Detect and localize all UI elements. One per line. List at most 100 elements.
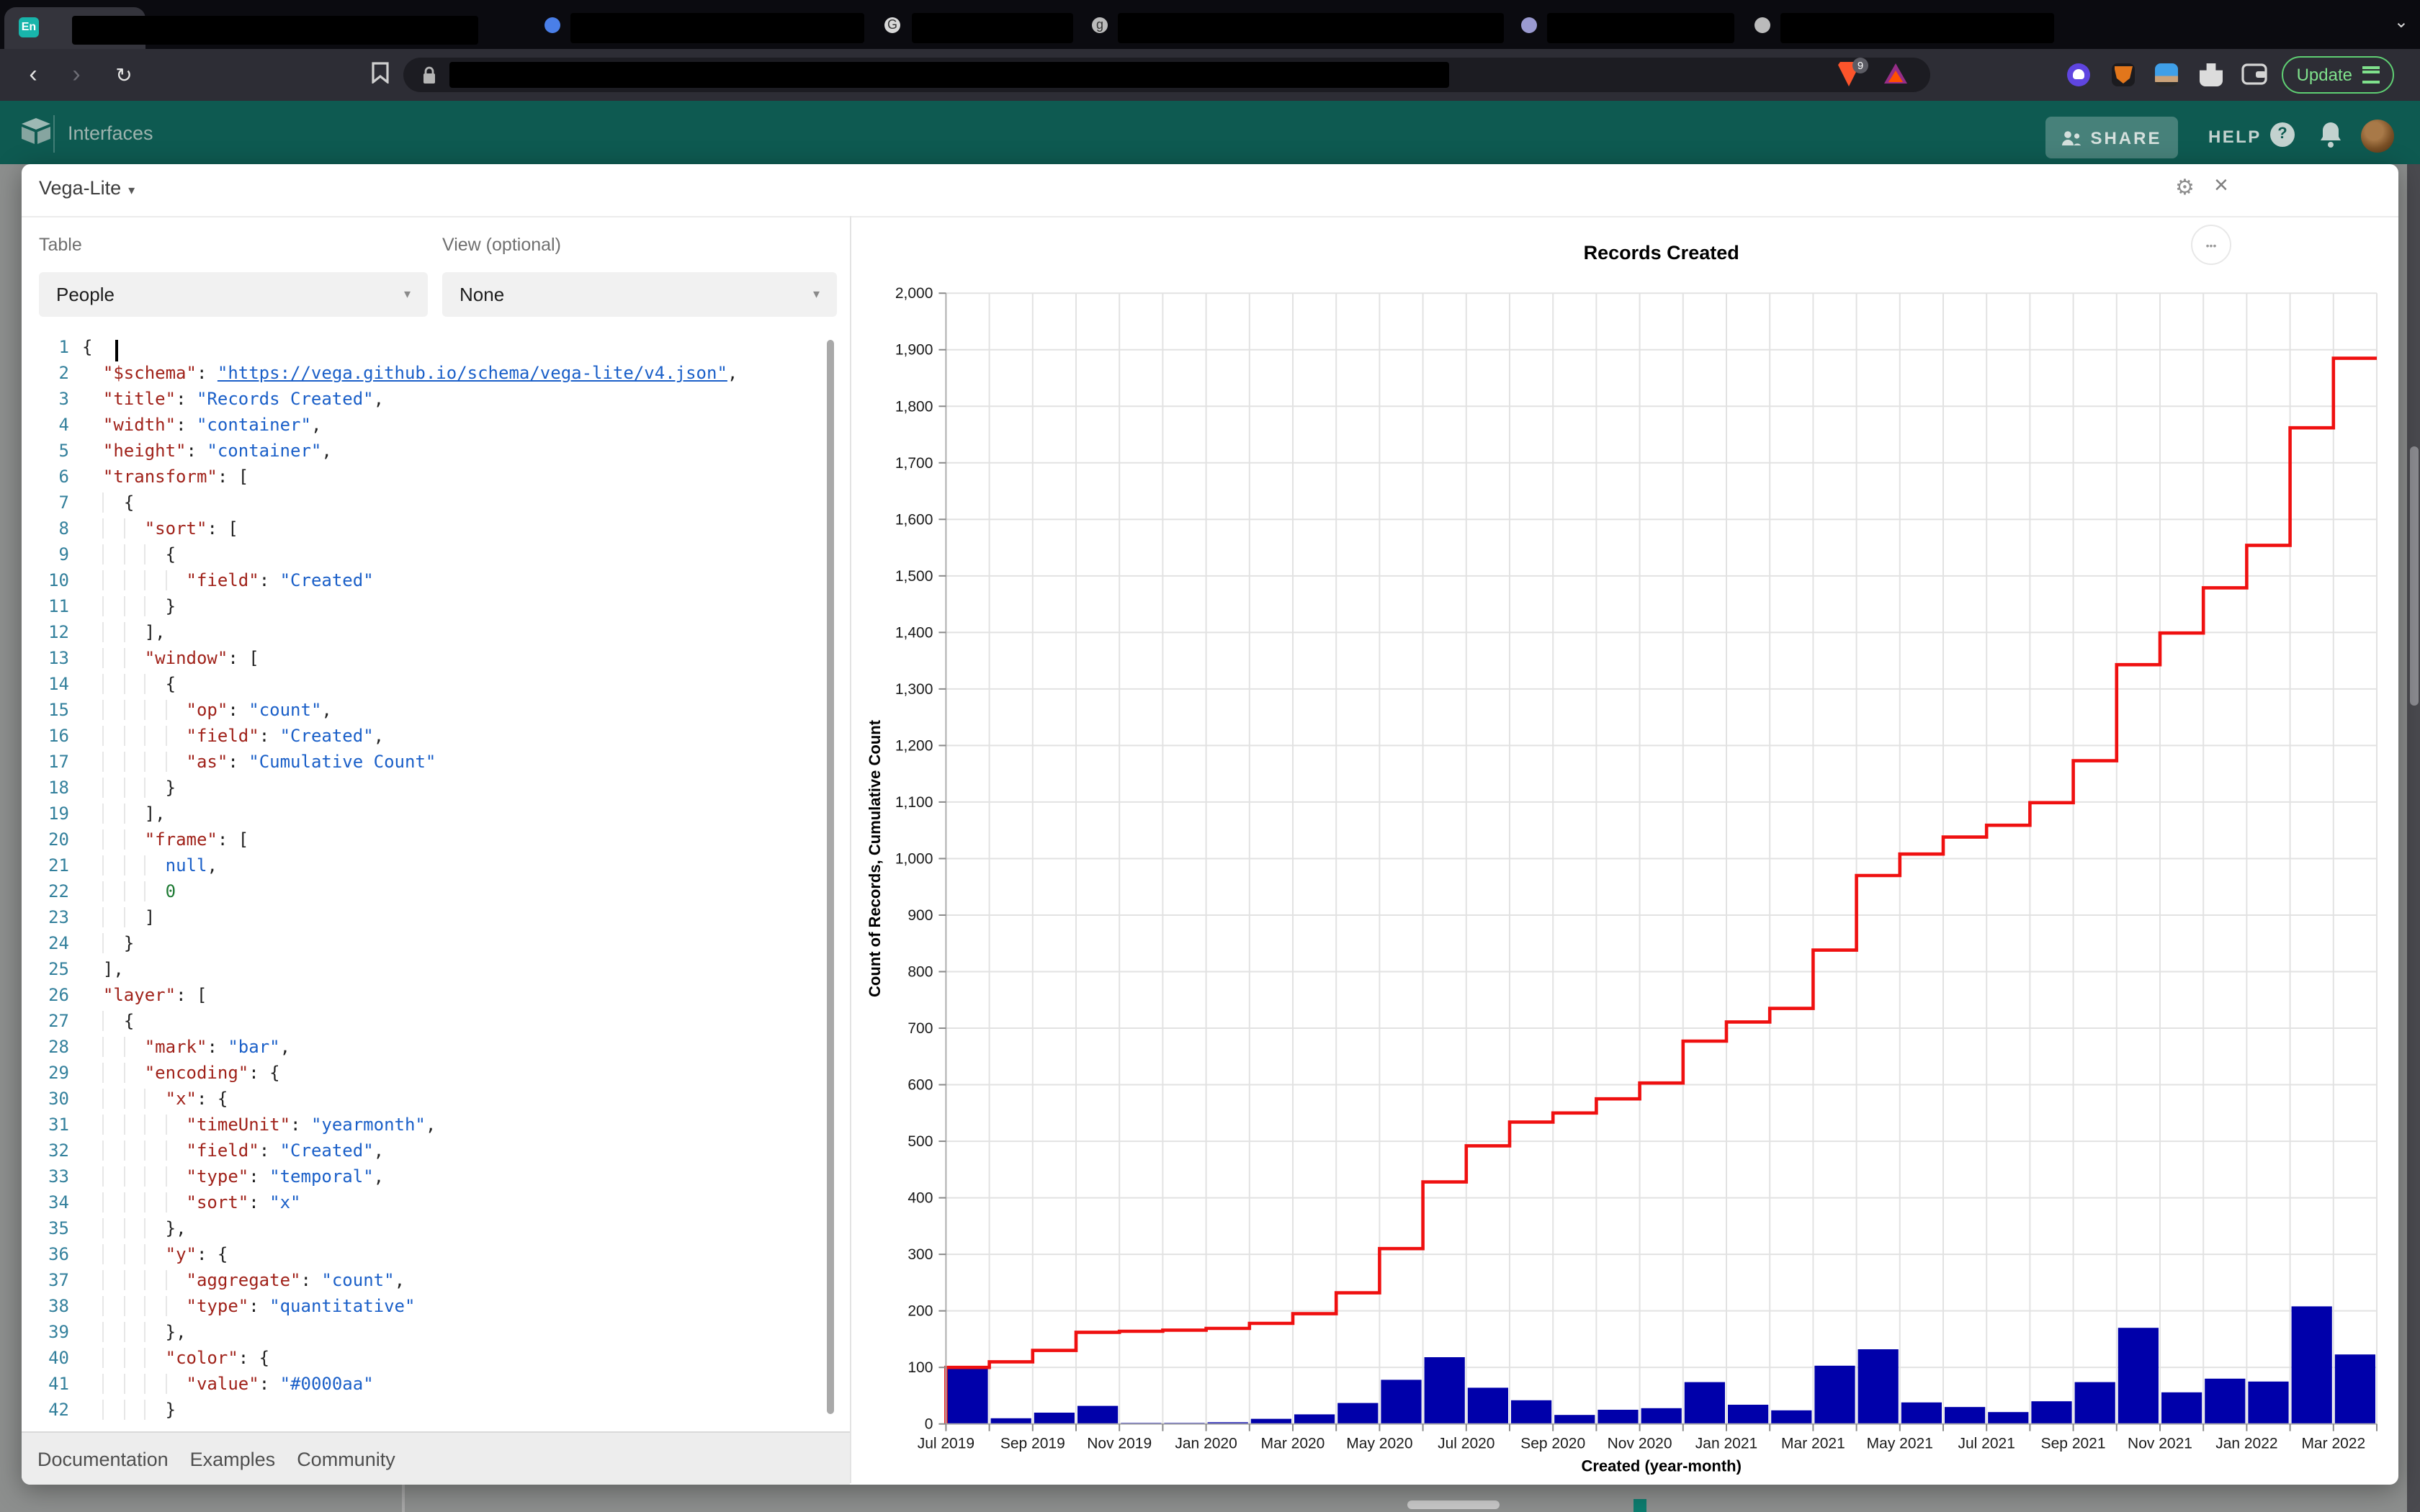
link-community[interactable]: Community bbox=[297, 1448, 395, 1470]
code-line[interactable]: 30 "x": { bbox=[22, 1086, 847, 1112]
code-line[interactable]: 19 ], bbox=[22, 801, 847, 827]
page-horizontal-scrollbar[interactable] bbox=[1407, 1500, 1500, 1509]
y-tick-label: 1,900 bbox=[895, 342, 933, 359]
line-number: 16 bbox=[22, 723, 82, 749]
y-tick-label: 400 bbox=[908, 1190, 933, 1207]
bar bbox=[991, 1418, 1031, 1424]
code-line[interactable]: 35 }, bbox=[22, 1215, 847, 1241]
code-line[interactable]: 36 "y": { bbox=[22, 1241, 847, 1267]
share-button[interactable]: SHARE bbox=[2045, 117, 2178, 158]
code-line[interactable]: 12 ], bbox=[22, 619, 847, 645]
forward-button[interactable]: › bbox=[60, 59, 92, 91]
code-line[interactable]: 37 "aggregate": "count", bbox=[22, 1267, 847, 1293]
code-scrollbar-thumb[interactable] bbox=[827, 340, 834, 1414]
code-line[interactable]: 42 } bbox=[22, 1397, 847, 1423]
window-scrollbar-thumb[interactable] bbox=[2409, 446, 2418, 706]
code-line[interactable]: 28 "mark": "bar", bbox=[22, 1034, 847, 1060]
bar bbox=[1945, 1407, 1985, 1424]
code-line[interactable]: 14 { bbox=[22, 671, 847, 697]
code-line[interactable]: 39 }, bbox=[22, 1319, 847, 1345]
line-number: 34 bbox=[22, 1189, 82, 1215]
line-number: 17 bbox=[22, 749, 82, 775]
user-avatar[interactable] bbox=[2361, 120, 2394, 153]
code-line[interactable]: 17 "as": "Cumulative Count" bbox=[22, 749, 847, 775]
line-number: 23 bbox=[22, 904, 82, 930]
reload-button[interactable]: ↻ bbox=[108, 59, 140, 91]
code-line[interactable]: 5 "height": "container", bbox=[22, 438, 847, 464]
code-line[interactable]: 16 "field": "Created", bbox=[22, 723, 847, 749]
line-number: 8 bbox=[22, 516, 82, 541]
help-question-icon[interactable]: ? bbox=[2270, 122, 2295, 147]
view-select[interactable]: None ▾ bbox=[442, 272, 837, 317]
y-tick-label: 600 bbox=[908, 1077, 933, 1094]
brave-rewards-icon[interactable] bbox=[1884, 63, 1907, 84]
link-examples[interactable]: Examples bbox=[190, 1448, 276, 1470]
notifications-bell-icon[interactable] bbox=[2318, 121, 2344, 150]
close-icon[interactable]: × bbox=[2214, 171, 2228, 200]
code-line[interactable]: 34 "sort": "x" bbox=[22, 1189, 847, 1215]
help-button[interactable]: HELP bbox=[2208, 127, 2262, 147]
code-line[interactable]: 20 "frame": [ bbox=[22, 827, 847, 852]
code-line[interactable]: 18 } bbox=[22, 775, 847, 801]
table-select[interactable]: People ▾ bbox=[39, 272, 428, 317]
tab-favicon: G bbox=[884, 17, 900, 33]
code-line[interactable]: 27 { bbox=[22, 1008, 847, 1034]
code-editor[interactable]: 1{2 "$schema": "https://vega.github.io/s… bbox=[22, 334, 847, 1431]
code-line[interactable]: 9 { bbox=[22, 541, 847, 567]
line-number: 20 bbox=[22, 827, 82, 852]
code-line[interactable]: 32 "field": "Created", bbox=[22, 1138, 847, 1164]
settings-gear-icon[interactable]: ⚙ bbox=[2175, 174, 2195, 200]
code-line[interactable]: 26 "layer": [ bbox=[22, 982, 847, 1008]
y-tick-label: 300 bbox=[908, 1246, 933, 1263]
link-documentation[interactable]: Documentation bbox=[37, 1448, 169, 1470]
code-line[interactable]: 15 "op": "count", bbox=[22, 697, 847, 723]
code-line[interactable]: 6 "transform": [ bbox=[22, 464, 847, 490]
url-bar[interactable] bbox=[403, 58, 1930, 92]
code-line[interactable]: 38 "type": "quantitative" bbox=[22, 1293, 847, 1319]
line-number: 22 bbox=[22, 878, 82, 904]
y-tick-label: 1,100 bbox=[895, 794, 933, 811]
bar bbox=[2335, 1354, 2375, 1424]
code-line[interactable]: 22 0 bbox=[22, 878, 847, 904]
code-line[interactable]: 40 "color": { bbox=[22, 1345, 847, 1371]
extension-avatar-icon[interactable] bbox=[2155, 63, 2178, 86]
line-number: 9 bbox=[22, 541, 82, 567]
block-type-dropdown[interactable]: Vega-Lite▾ bbox=[39, 177, 135, 199]
bar-series[interactable] bbox=[947, 1306, 2375, 1423]
code-line[interactable]: 7 { bbox=[22, 490, 847, 516]
code-line[interactable]: 29 "encoding": { bbox=[22, 1060, 847, 1086]
extension-phantom-icon[interactable] bbox=[2067, 63, 2090, 86]
code-line[interactable]: 25 ], bbox=[22, 956, 847, 982]
x-tick-label: Mar 2020 bbox=[1261, 1436, 1325, 1452]
window-scrollbar-track[interactable] bbox=[2407, 164, 2420, 1512]
code-line[interactable]: 10 "field": "Created" bbox=[22, 567, 847, 593]
code-line[interactable]: 23 ] bbox=[22, 904, 847, 930]
code-line[interactable]: 31 "timeUnit": "yearmonth", bbox=[22, 1112, 847, 1138]
code-line[interactable]: 4 "width": "container", bbox=[22, 412, 847, 438]
code-line[interactable]: 11 } bbox=[22, 593, 847, 619]
chart-menu-button[interactable]: ••• bbox=[2192, 225, 2231, 264]
wallet-icon[interactable] bbox=[2241, 62, 2269, 86]
code-line[interactable]: 13 "window": [ bbox=[22, 645, 847, 671]
code-line[interactable]: 1{ bbox=[22, 334, 847, 360]
code-line[interactable]: 24 } bbox=[22, 930, 847, 956]
bar bbox=[1858, 1349, 1899, 1424]
bar bbox=[1337, 1403, 1378, 1424]
code-line[interactable]: 41 "value": "#0000aa" bbox=[22, 1371, 847, 1397]
code-line[interactable]: 21 null, bbox=[22, 852, 847, 878]
line-number: 21 bbox=[22, 852, 82, 878]
tab-favicon bbox=[544, 17, 560, 33]
line-number: 7 bbox=[22, 490, 82, 516]
tab-search-chevron-icon[interactable]: ⌄ bbox=[2394, 12, 2408, 32]
code-line[interactable]: 33 "type": "temporal", bbox=[22, 1164, 847, 1189]
nav-interfaces[interactable]: Interfaces bbox=[68, 122, 153, 144]
extension-metamask-icon[interactable] bbox=[2112, 63, 2135, 86]
x-axis-title: Created (year-month) bbox=[1581, 1457, 1741, 1475]
back-button[interactable]: ‹ bbox=[17, 59, 49, 91]
code-line[interactable]: 3 "title": "Records Created", bbox=[22, 386, 847, 412]
bar bbox=[1077, 1406, 1118, 1424]
code-line[interactable]: 8 "sort": [ bbox=[22, 516, 847, 541]
update-menu-button[interactable]: Update bbox=[2282, 56, 2394, 94]
code-line[interactable]: 2 "$schema": "https://vega.github.io/sch… bbox=[22, 360, 847, 386]
bookmark-icon[interactable] bbox=[372, 62, 389, 84]
